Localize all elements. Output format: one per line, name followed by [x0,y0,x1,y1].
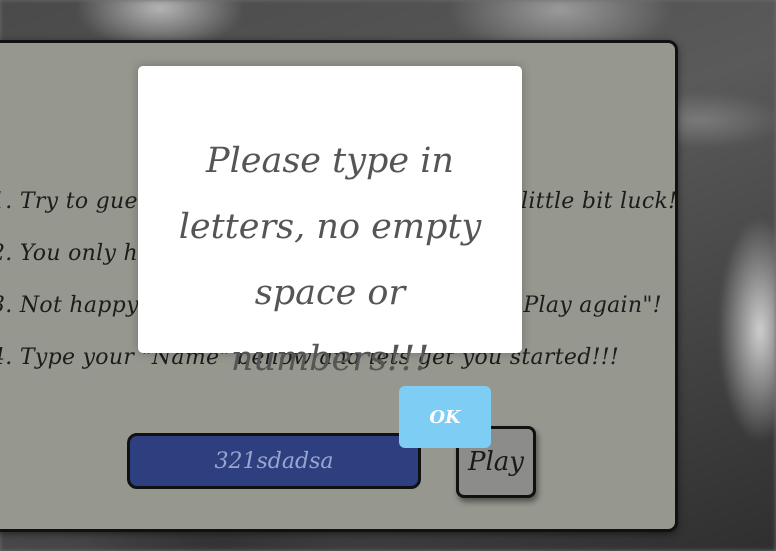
name-input[interactable] [127,433,421,489]
ok-button[interactable]: OK [399,386,491,448]
rule-1: 1. Try to gues little bit luck! [0,189,678,214]
alert-modal: Please type in letters, no empty space o… [138,66,522,379]
modal-message: Please type in letters, no empty space o… [178,141,482,379]
rule-3-end: "Play again"! [513,293,662,318]
rule-1-end: little bit luck! [521,189,678,214]
